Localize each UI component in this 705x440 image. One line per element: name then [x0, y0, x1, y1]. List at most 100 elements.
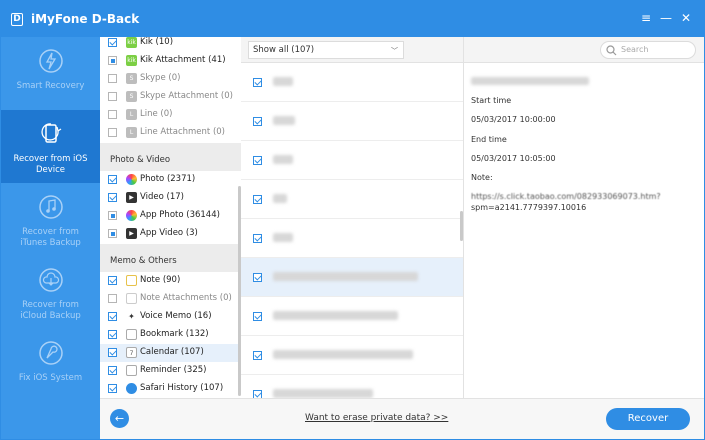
title-bar: D iMyFone D-Back ≡ — ✕	[1, 1, 704, 37]
list-item[interactable]	[241, 297, 463, 336]
category-label: App Photo (36144)	[140, 210, 220, 220]
category-bookmark[interactable]: Bookmark (132)	[100, 326, 241, 344]
checkbox[interactable]	[108, 193, 117, 202]
minimize-button[interactable]: —	[659, 11, 673, 25]
blurred-text	[273, 311, 398, 320]
section-header-photo-video: Photo & Video	[100, 143, 241, 171]
list-item-selected[interactable]	[241, 258, 463, 297]
category-app-video[interactable]: ▶ App Video (3)	[100, 225, 241, 243]
checkbox[interactable]	[253, 117, 262, 126]
blurred-text	[273, 116, 295, 125]
checkbox[interactable]	[108, 294, 117, 303]
list-item[interactable]	[241, 375, 463, 398]
checkbox[interactable]	[108, 348, 117, 357]
list-item[interactable]	[241, 180, 463, 219]
category-photo[interactable]: Photo (2371)	[100, 171, 241, 189]
checkbox[interactable]	[108, 312, 117, 321]
cloud-download-icon	[38, 268, 63, 292]
category-note-attachments[interactable]: Note Attachments (0)	[100, 290, 241, 308]
checkbox[interactable]	[108, 211, 117, 220]
checkbox[interactable]	[108, 110, 117, 119]
footer-bar: ← Want to erase private data? >> Recover	[100, 398, 704, 439]
section-header-memo-others: Memo & Others	[100, 244, 241, 272]
category-video[interactable]: ▶ Video (17)	[100, 189, 241, 207]
end-time-label: End time	[471, 135, 507, 144]
category-voice-memo[interactable]: ✦ Voice Memo (16)	[100, 308, 241, 326]
category-label: Skype Attachment (0)	[140, 91, 233, 101]
list-item[interactable]	[241, 102, 463, 141]
checkbox[interactable]	[108, 330, 117, 339]
list-item[interactable]	[241, 141, 463, 180]
checkbox[interactable]	[108, 175, 117, 184]
category-skype[interactable]: S Skype (0)	[100, 70, 241, 88]
category-safari-history[interactable]: Safari History (107)	[100, 380, 241, 398]
category-label: Kik Attachment (41)	[140, 55, 226, 65]
recover-button[interactable]: Recover	[606, 408, 690, 430]
checkbox[interactable]	[108, 38, 117, 47]
sidebar-item-recover-ios[interactable]: Recover from iOS Device	[1, 110, 100, 183]
back-button[interactable]: ←	[110, 409, 129, 428]
sidebar-item-fix-ios[interactable]: Fix iOS System	[1, 329, 100, 402]
category-kik[interactable]: kik Kik (10)	[100, 37, 241, 52]
skype-icon: S	[126, 91, 137, 102]
app-logo-icon: D	[11, 13, 23, 26]
search-icon	[606, 45, 617, 56]
end-time-value: 05/03/2017 10:05:00	[471, 154, 556, 163]
app-window: D iMyFone D-Back ≡ — ✕ Smart Recovery Re…	[0, 0, 705, 440]
category-label: App Video (3)	[140, 228, 198, 238]
checkbox[interactable]	[253, 78, 262, 87]
search-input[interactable]: Search	[600, 41, 696, 59]
sidebar-item-label: Fix iOS System	[18, 373, 83, 383]
sidebar-item-smart-recovery[interactable]: Smart Recovery	[1, 37, 100, 110]
start-time-value: 05/03/2017 10:00:00	[471, 115, 556, 124]
checkbox[interactable]	[253, 156, 262, 165]
device-recover-icon	[40, 123, 61, 143]
blurred-title	[471, 77, 589, 85]
checkbox[interactable]	[108, 366, 117, 375]
category-skype-attachment[interactable]: S Skype Attachment (0)	[100, 88, 241, 106]
sidebar-item-recover-icloud[interactable]: Recover from iCloud Backup	[1, 256, 100, 329]
blurred-text	[273, 194, 287, 203]
video-icon: ▶	[126, 228, 137, 239]
checkbox[interactable]	[253, 390, 262, 398]
checkbox[interactable]	[253, 195, 262, 204]
checkbox[interactable]	[108, 384, 117, 393]
kik-icon: kik	[126, 55, 137, 66]
show-filter-select[interactable]: Show all (107) ﹀	[248, 41, 404, 59]
blurred-text	[273, 389, 373, 398]
list-item[interactable]	[241, 219, 463, 258]
category-label: Voice Memo (16)	[140, 311, 212, 321]
line-icon: L	[126, 109, 137, 120]
filter-value: Show all (107)	[253, 45, 315, 55]
category-reminder[interactable]: Reminder (325)	[100, 362, 241, 380]
category-note[interactable]: Note (90)	[100, 272, 241, 290]
video-icon: ▶	[126, 192, 137, 203]
checkbox[interactable]	[108, 56, 117, 65]
list-item[interactable]	[241, 336, 463, 375]
note-icon	[126, 293, 137, 304]
sidebar-item-recover-itunes[interactable]: Recover from iTunes Backup	[1, 183, 100, 256]
checkbox[interactable]	[253, 273, 262, 282]
checkbox[interactable]	[108, 74, 117, 83]
blurred-text	[273, 155, 293, 164]
checkbox[interactable]	[108, 229, 117, 238]
menu-icon[interactable]: ≡	[639, 11, 653, 25]
checkbox[interactable]	[253, 312, 262, 321]
category-label: Video (17)	[140, 192, 184, 202]
erase-private-data-link[interactable]: Want to erase private data? >>	[305, 413, 448, 423]
category-line[interactable]: L Line (0)	[100, 106, 241, 124]
checkbox[interactable]	[253, 234, 262, 243]
list-item[interactable]	[241, 63, 463, 102]
category-app-photo[interactable]: App Photo (36144)	[100, 207, 241, 225]
checkbox[interactable]	[108, 92, 117, 101]
close-button[interactable]: ✕	[679, 11, 693, 25]
category-line-attachment[interactable]: L Line Attachment (0)	[100, 124, 241, 142]
note-url-line2: spm=a2141.7779397.10016	[471, 203, 587, 212]
checkbox[interactable]	[253, 351, 262, 360]
checkbox[interactable]	[108, 128, 117, 137]
category-kik-attachment[interactable]: kik Kik Attachment (41)	[100, 52, 241, 70]
checkbox[interactable]	[108, 276, 117, 285]
category-label: Note (90)	[140, 275, 181, 285]
category-label: Kik (10)	[140, 37, 174, 47]
category-calendar[interactable]: 7 Calendar (107)	[100, 344, 241, 362]
